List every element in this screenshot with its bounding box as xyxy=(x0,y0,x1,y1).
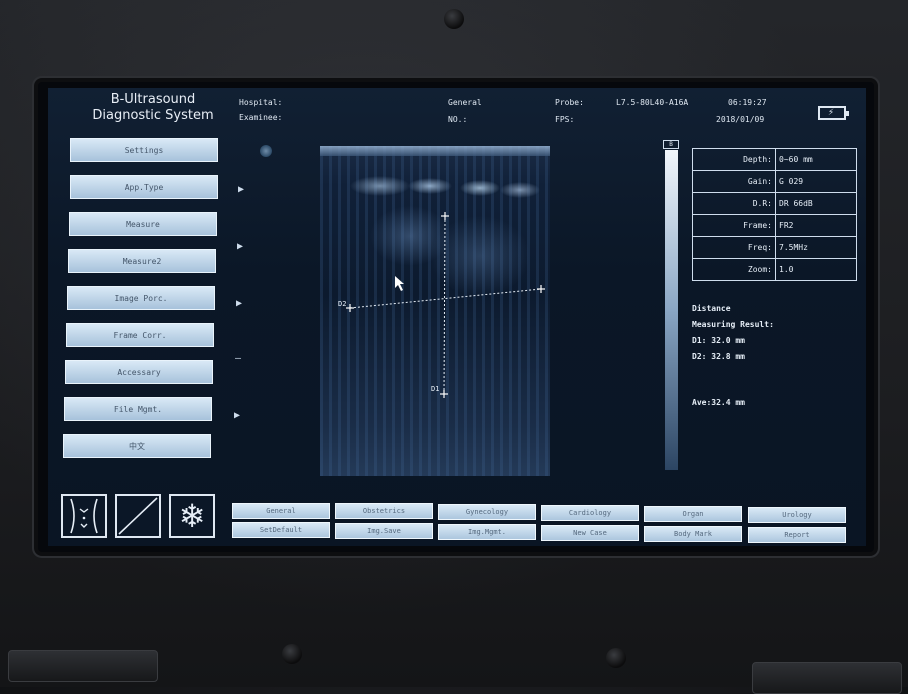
brand-line1: B-Ultrasound xyxy=(110,92,196,107)
mode-label: General xyxy=(448,98,482,107)
hospital-label: Hospital: xyxy=(239,98,283,107)
d1-caliper-line xyxy=(443,215,446,395)
param-value: 7.5MHz xyxy=(775,236,857,259)
submenu-arrow-icon: ▶ xyxy=(238,184,245,195)
menu-measure-button[interactable]: Measure xyxy=(69,212,217,236)
measurement-overlay xyxy=(346,212,545,398)
ultrasound-image[interactable]: D1 D2 xyxy=(320,146,550,476)
no-label: NO.: xyxy=(448,115,468,124)
param-row: Depth: 0~60 mm xyxy=(692,148,857,171)
menu-image-proc-button[interactable]: Image Porc. xyxy=(67,286,215,310)
measure-average: Ave:32.4 mm xyxy=(692,398,745,407)
report-button[interactable]: Report xyxy=(748,527,846,543)
menu-language-button[interactable]: 中文 xyxy=(63,434,211,458)
menu-file-mgmt-button[interactable]: File Mgmt. xyxy=(64,397,212,421)
param-value: FR2 xyxy=(775,214,857,237)
measure-d1: D1: 32.0 mm xyxy=(692,336,745,345)
latch-right xyxy=(752,662,902,694)
param-key: Freq: xyxy=(692,236,776,259)
ultrasound-ui: B-Ultrasound Diagnostic System Hospital:… xyxy=(48,88,866,546)
freeze-snowflake-icon[interactable]: ❄ xyxy=(169,494,215,538)
device-bezel: B-Ultrasound Diagnostic System Hospital:… xyxy=(0,0,908,694)
submenu-arrow-icon: ▶ xyxy=(237,241,244,252)
new-case-button[interactable]: New Case xyxy=(541,525,639,541)
param-key: Gain: xyxy=(692,170,776,193)
latch-left xyxy=(8,650,158,682)
preset-cardiology-button[interactable]: Cardiology xyxy=(541,505,639,521)
preset-organ-button[interactable]: Organ xyxy=(644,506,742,522)
brand-title: B-Ultrasound Diagnostic System xyxy=(78,92,228,124)
clock-time: 06:19:27 xyxy=(728,98,767,107)
param-row: Gain: G 029 xyxy=(692,170,857,193)
param-row: Zoom: 1.0 xyxy=(692,258,857,281)
mouse-cursor-icon xyxy=(395,276,404,291)
screw-bottom-left xyxy=(282,644,302,664)
set-default-button[interactable]: SetDefault xyxy=(232,522,330,538)
param-key: Zoom: xyxy=(692,258,776,281)
parameters-table: Depth: 0~60 mm Gain: G 029 D.R: DR 66dB Fra… xyxy=(692,148,857,281)
menu-app-type-button[interactable]: App.Type xyxy=(70,175,218,199)
submenu-dash-icon: — xyxy=(235,353,242,364)
submenu-arrow-icon: ▶ xyxy=(234,410,241,421)
knob-icon xyxy=(260,145,272,157)
d1-marker-label: D1 xyxy=(431,385,440,393)
probe-value: L7.5-80L40-A16A xyxy=(616,98,689,107)
examinee-label: Examinee: xyxy=(239,113,283,122)
menu-frame-corr-button[interactable]: Frame Corr. xyxy=(66,323,214,347)
measure-d2: D2: 32.8 mm xyxy=(692,352,745,361)
param-key: Depth: xyxy=(692,148,776,171)
display-screen: B-Ultrasound Diagnostic System Hospital:… xyxy=(38,82,874,552)
param-value: 0~60 mm xyxy=(775,148,857,171)
grayscale-label: B xyxy=(663,140,679,149)
param-value: G 029 xyxy=(775,170,857,193)
preset-gynecology-button[interactable]: Gynecology xyxy=(438,504,536,520)
probe-angle-icon[interactable] xyxy=(115,494,161,538)
menu-measure2-button[interactable]: Measure2 xyxy=(68,249,216,273)
param-row: Frame: FR2 xyxy=(692,214,857,237)
param-row: Freq: 7.5MHz xyxy=(692,236,857,259)
d2-caliper-line xyxy=(349,288,542,309)
menu-settings-button[interactable]: Settings xyxy=(70,138,218,162)
param-value: DR 66dB xyxy=(775,192,857,215)
d2-marker-label: D2 xyxy=(338,300,347,308)
grayscale-bar xyxy=(665,150,678,470)
preset-obstetrics-button[interactable]: Obstetrics xyxy=(335,503,433,519)
body-mark-button[interactable]: Body Mark xyxy=(644,526,742,542)
param-value: 1.0 xyxy=(775,258,857,281)
measure-result-label: Measuring Result: xyxy=(692,320,774,329)
menu-accessary-button[interactable]: Accessary xyxy=(65,360,213,384)
submenu-arrow-icon: ▶ xyxy=(236,298,243,309)
body-mark-icon[interactable] xyxy=(61,494,107,538)
param-row: D.R: DR 66dB xyxy=(692,192,857,215)
probe-label: Probe: xyxy=(555,98,584,107)
clock-date: 2018/01/09 xyxy=(716,115,765,124)
param-key: Frame: xyxy=(692,214,776,237)
img-save-button[interactable]: Img.Save xyxy=(335,523,433,539)
battery-icon: ⚡ xyxy=(818,106,849,120)
brand-line2: Diagnostic System xyxy=(92,108,214,123)
screw-top xyxy=(444,9,464,29)
img-mgmt-button[interactable]: Img.Mgmt. xyxy=(438,524,536,540)
screw-bottom-right xyxy=(606,648,626,668)
preset-general-button[interactable]: General xyxy=(232,503,330,519)
param-key: D.R: xyxy=(692,192,776,215)
measure-type: Distance xyxy=(692,304,731,313)
fps-label: FPS: xyxy=(555,115,575,124)
preset-urology-button[interactable]: Urology xyxy=(748,507,846,523)
